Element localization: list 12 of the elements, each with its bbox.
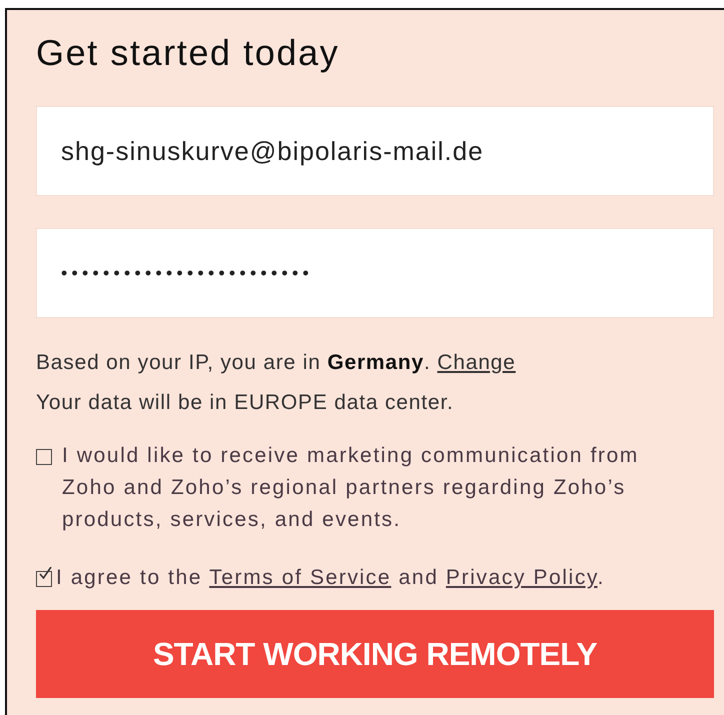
form-heading: Get started today bbox=[36, 32, 340, 74]
email-field[interactable]: shg-sinuskurve@bipolaris-mail.de bbox=[36, 106, 714, 196]
consent-text: I would like to receive marketing communication from Zoho and Zoho’s regional partners regarding Zoho’s products, services, and events. bbox=[62, 443, 640, 533]
policy-link[interactable]: Terms of Service bbox=[209, 566, 392, 589]
change-link[interactable]: Change bbox=[437, 351, 516, 374]
consent-text: I agree to the Terms of Service and Privacy Policy. bbox=[56, 565, 605, 591]
location-note: Based on your IP, you are in Germany. bbox=[36, 351, 431, 374]
password-field[interactable]: •••••••••••••••••••••••• bbox=[36, 228, 714, 318]
checkbox[interactable] bbox=[36, 449, 52, 465]
submit-button[interactable]: START WORKING REMOTELY bbox=[36, 610, 714, 698]
data-center-note: Your data will be in EUROPE data center. bbox=[36, 391, 455, 415]
policy-link[interactable]: Privacy Policy bbox=[446, 566, 598, 589]
